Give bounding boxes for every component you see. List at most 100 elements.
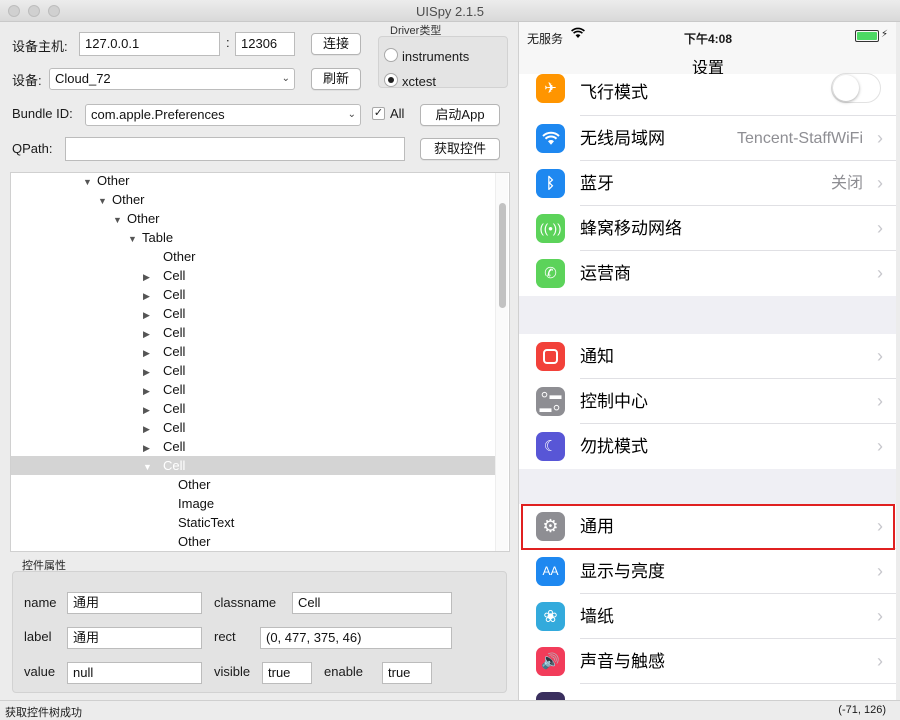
tree-row[interactable]: ▶ Cell <box>11 323 495 342</box>
prop-rect-label: rect <box>214 629 236 644</box>
tree-row[interactable]: ▶ Cell <box>11 399 495 418</box>
settings-row-bluetooth[interactable]: ᛒ 蓝牙 关闭 › <box>519 161 896 206</box>
settings-row-carrier[interactable]: ✆ 运营商 › <box>519 251 896 296</box>
all-label: All <box>390 106 405 121</box>
tree-row[interactable]: ▶ Cell <box>11 304 495 323</box>
refresh-button[interactable]: 刷新 <box>311 68 361 90</box>
title-bar: UISpy 2.1.5 <box>0 0 900 22</box>
prop-label-field[interactable]: 通用 <box>67 627 202 649</box>
prop-name-field[interactable]: 通用 <box>67 592 202 614</box>
tree-row[interactable]: Other <box>11 247 495 266</box>
chevron-right-icon: › <box>877 263 883 283</box>
device-select-value: Cloud_72 <box>55 71 111 86</box>
tree-row[interactable]: Image <box>11 494 495 513</box>
device-screen[interactable]: 无服务 下午4:08 ⚡ 设置 ✈ 飞行模式 无线局域网 Tencent-Sta… <box>518 22 896 700</box>
tree-row[interactable]: ▼ Other <box>11 173 495 190</box>
tree-row-selected[interactable]: ▼ Cell <box>11 456 495 475</box>
driver-radio-xctest[interactable] <box>384 73 398 87</box>
partial-row-icon <box>536 692 565 700</box>
settings-row-label: 蓝牙 <box>580 174 614 193</box>
tree-row[interactable]: Other <box>11 532 495 551</box>
control-center-icon: ⚪▬ ▬⚪ <box>536 387 565 416</box>
tree-row[interactable]: ▶ Cell <box>11 266 495 285</box>
selected-element-highlight <box>521 504 895 550</box>
connect-button[interactable]: 连接 <box>311 33 361 55</box>
settings-row-value: 关闭 <box>830 175 863 192</box>
status-bar: 获取控件树成功 (-71, 126) <box>0 700 900 720</box>
bundle-id-select[interactable]: com.apple.Preferences ⌄ <box>85 104 361 126</box>
settings-row-partial[interactable] <box>519 684 896 700</box>
prop-classname-label: classname <box>214 595 277 610</box>
host-input[interactable]: 127.0.0.1 <box>79 32 220 56</box>
tree-row[interactable]: ▼ Other <box>11 209 495 228</box>
settings-row-notifications[interactable]: 通知 › <box>519 334 896 379</box>
control-panel: 设备主机: 127.0.0.1 : 12306 连接 设备: Cloud_72 … <box>0 22 518 700</box>
tree-row[interactable]: ▶ Cell <box>11 437 495 456</box>
settings-row-wifi[interactable]: 无线局域网 Tencent-StaffWiFi › <box>519 116 896 161</box>
qpath-input[interactable] <box>65 137 405 161</box>
chevron-right-icon: › <box>877 128 883 148</box>
settings-row-label: 声音与触感 <box>580 652 665 671</box>
prop-visible-label: visible <box>214 664 251 679</box>
sound-icon: 🔊 <box>536 647 565 676</box>
settings-row-do-not-disturb[interactable]: ☾ 勿扰模式 › <box>519 424 896 469</box>
settings-row-cellular[interactable]: ((•)) 蜂窝移动网络 › <box>519 206 896 251</box>
get-tree-button[interactable]: 获取控件 <box>420 138 500 160</box>
chevron-right-icon: › <box>877 606 883 626</box>
ios-status-bar: 无服务 下午4:08 ⚡ <box>519 22 896 52</box>
tree-row[interactable]: StaticText <box>11 513 495 532</box>
tree-row[interactable]: ▶ Cell <box>11 285 495 304</box>
tree-row[interactable]: Other <box>11 475 495 494</box>
driver-radio-instruments[interactable] <box>384 48 398 62</box>
control-tree[interactable]: ▼ Other ▼ Other ▼ Other ▼ Table Other ▶ Cell … <box>10 172 510 552</box>
phone-icon: ✆ <box>536 259 565 288</box>
chevron-right-icon: › <box>877 561 883 581</box>
tree-row[interactable]: ▶ Cell <box>11 418 495 437</box>
prop-visible-field[interactable]: true <box>262 662 312 684</box>
settings-row-label: 显示与亮度 <box>580 562 665 581</box>
settings-row-label: 勿扰模式 <box>580 437 648 456</box>
airplane-icon: ✈ <box>536 74 565 103</box>
port-input[interactable]: 12306 <box>235 32 295 56</box>
wifi-signal-icon <box>571 27 585 42</box>
airplane-toggle[interactable] <box>831 73 881 103</box>
settings-row-label: 运营商 <box>580 264 631 283</box>
port-separator: : <box>226 35 230 50</box>
tree-row[interactable]: ▼ Other <box>11 190 495 209</box>
battery-icon <box>855 30 879 42</box>
settings-row-airplane[interactable]: ✈ 飞行模式 <box>519 73 896 116</box>
settings-row-label: 控制中心 <box>580 392 648 411</box>
settings-row-display[interactable]: AA 显示与亮度 › <box>519 549 896 594</box>
prop-value-field[interactable]: null <box>67 662 202 684</box>
settings-row-label: 通知 <box>580 347 614 366</box>
settings-row-sounds[interactable]: 🔊 声音与触感 › <box>519 639 896 684</box>
prop-enable-label: enable <box>324 664 364 679</box>
settings-row-wallpaper[interactable]: ❀ 墙纸 › <box>519 594 896 639</box>
all-checkbox[interactable]: ✓ <box>372 107 385 120</box>
host-label: 设备主机: <box>12 39 68 54</box>
launch-app-button[interactable]: 启动App <box>420 104 500 126</box>
cursor-coordinates: (-71, 126) <box>838 704 886 716</box>
settings-row-control-center[interactable]: ⚪▬ ▬⚪ 控制中心 › <box>519 379 896 424</box>
tree-row[interactable]: ▶ Cell <box>11 380 495 399</box>
tree-scrollbar[interactable] <box>495 173 508 551</box>
prop-enable-field[interactable]: true <box>382 662 432 684</box>
chevron-right-icon: › <box>877 391 883 411</box>
device-label: 设备: <box>12 73 42 88</box>
tree-row[interactable]: ▶ Cell <box>11 342 495 361</box>
bundle-id-label: Bundle ID: <box>12 106 73 121</box>
device-select[interactable]: Cloud_72 ⌄ <box>49 68 295 90</box>
bundle-id-value: com.apple.Preferences <box>91 107 225 122</box>
cellular-icon: ((•)) <box>536 214 565 243</box>
qpath-label: QPath: <box>12 141 53 156</box>
settings-row-label: 飞行模式 <box>580 83 648 102</box>
tree-row[interactable]: ▼ Table <box>11 228 495 247</box>
chevron-right-icon: › <box>877 173 883 193</box>
bluetooth-icon: ᛒ <box>536 169 565 198</box>
tree-row[interactable]: ▶ Cell <box>11 361 495 380</box>
prop-classname-field[interactable]: Cell <box>292 592 452 614</box>
tree-scrollbar-thumb[interactable] <box>499 203 506 308</box>
chevron-right-icon: › <box>877 346 883 366</box>
chevron-down-icon: ⌄ <box>347 109 356 120</box>
prop-rect-field[interactable]: (0, 477, 375, 46) <box>260 627 452 649</box>
